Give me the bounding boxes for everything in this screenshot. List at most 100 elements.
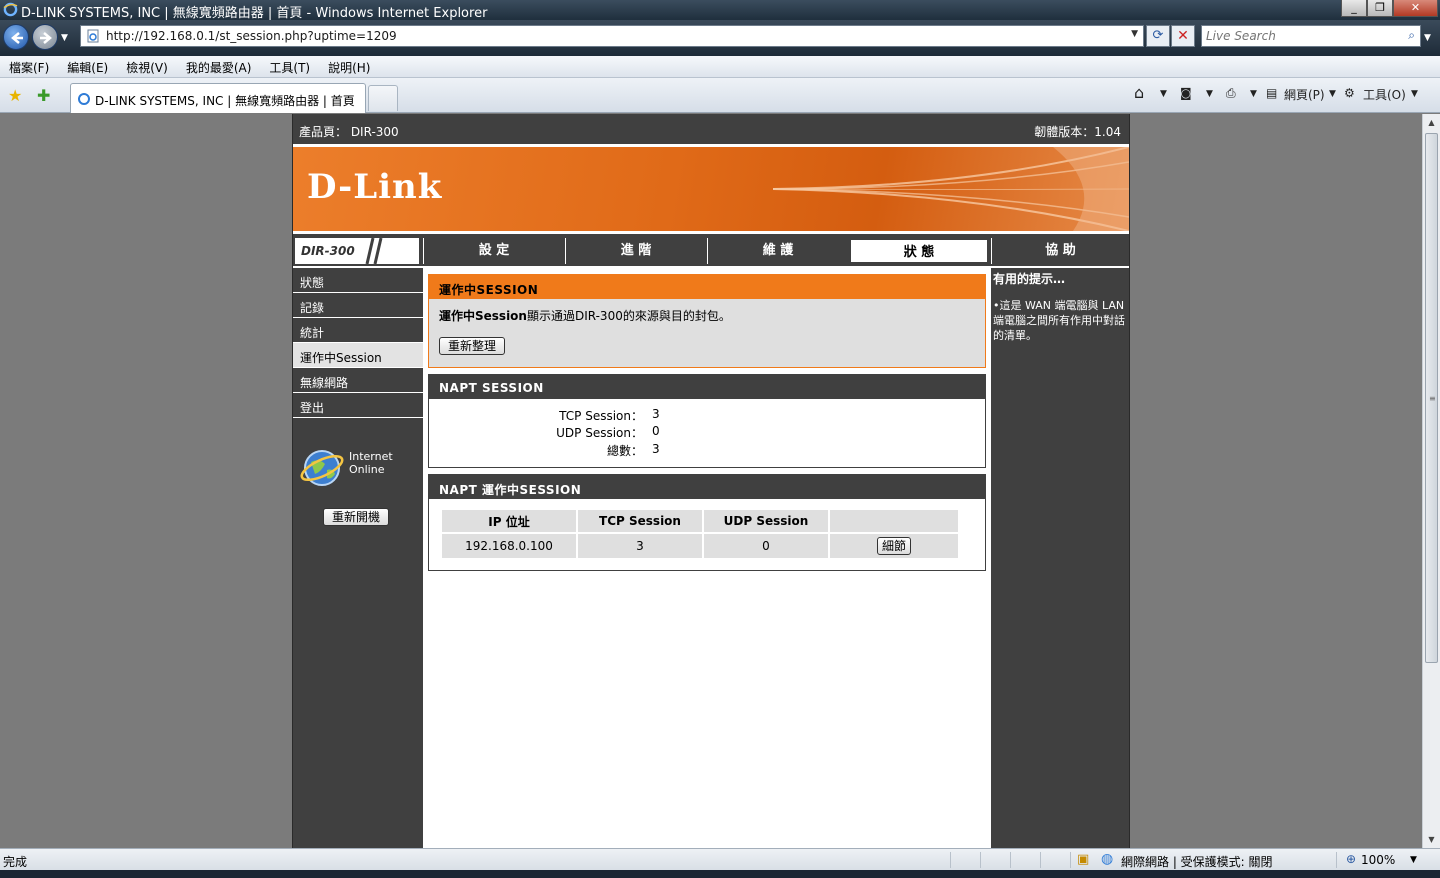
- internet-globe-icon: [300, 450, 344, 486]
- tab-status[interactable]: 狀 態: [849, 238, 989, 264]
- search-box[interactable]: ⌕: [1201, 25, 1421, 47]
- address-dropdown-icon[interactable]: ▼: [1131, 29, 1138, 39]
- zoom-icon: ⊕: [1346, 852, 1357, 866]
- status-separator: [1010, 852, 1011, 868]
- napt-session-title: NAPT SESSION: [429, 375, 985, 399]
- scroll-up-icon[interactable]: ▲: [1423, 114, 1440, 131]
- page-menu-dropdown-icon[interactable]: ▼: [1329, 89, 1336, 99]
- total-value: 3: [652, 442, 660, 456]
- router-page: 產品頁： DIR-300 韌體版本：1.04 D-Link DIR-300 設 …: [292, 114, 1130, 848]
- url-text[interactable]: http://192.168.0.1/st_session.php?uptime…: [106, 29, 397, 43]
- model-badge: DIR-300: [295, 238, 419, 264]
- sidebar-item-logout[interactable]: 登出: [293, 393, 423, 418]
- zoom-level[interactable]: 100%: [1361, 853, 1395, 867]
- restore-button[interactable]: ❐: [1367, 0, 1393, 17]
- page-icon: [87, 29, 99, 43]
- scroll-down-icon[interactable]: ▼: [1423, 831, 1440, 848]
- tools-menu-dropdown-icon[interactable]: ▼: [1411, 89, 1418, 99]
- security-icon[interactable]: ▣: [1077, 852, 1089, 867]
- internet-label: Internet: [349, 450, 393, 463]
- menu-edit[interactable]: 編輯(E): [58, 56, 117, 77]
- zoom-dropdown-icon[interactable]: ▼: [1410, 855, 1417, 865]
- napt-active-session-title: NAPT 運作中SESSION: [429, 475, 985, 499]
- details-button[interactable]: 細節: [876, 537, 911, 555]
- scroll-thumb[interactable]: ≡: [1425, 133, 1438, 663]
- tab-label[interactable]: D-LINK SYSTEMS, INC | 無線寬頻路由器 | 首頁: [95, 92, 355, 109]
- new-tab-button[interactable]: [368, 85, 398, 111]
- search-icon[interactable]: ⌕: [1408, 28, 1415, 43]
- windows-taskbar: [0, 870, 1440, 878]
- menu-view[interactable]: 檢視(V): [117, 56, 177, 77]
- tab-advanced[interactable]: 進 階: [565, 238, 706, 264]
- tab-maintenance[interactable]: 維 護: [707, 238, 848, 264]
- napt-active-session-section: NAPT 運作中SESSION IP 位址 TCP Session UDP Se…: [428, 474, 986, 571]
- active-session-title: 運作中SESSION: [429, 275, 985, 299]
- minimize-button[interactable]: _: [1341, 0, 1367, 17]
- tcp-session-label: TCP Session：: [559, 409, 643, 423]
- status-separator: [980, 852, 981, 868]
- cell-action: 細節: [830, 534, 958, 558]
- hints-title: 有用的提示…: [993, 272, 1066, 286]
- sidebar-item-wireless[interactable]: 無線網路: [293, 368, 423, 393]
- stop-button[interactable]: ✕: [1171, 25, 1195, 47]
- tcp-session-value: 3: [652, 407, 660, 421]
- refresh-sessions-button[interactable]: 重新整理: [439, 337, 506, 355]
- table-header-row: IP 位址 TCP Session UDP Session: [442, 510, 958, 532]
- status-separator: [950, 852, 951, 868]
- favorites-star-icon[interactable]: ★: [8, 86, 22, 105]
- window-title-bar: D-LINK SYSTEMS, INC | 無線寬頻路由器 | 首頁 - Win…: [0, 0, 1440, 21]
- search-options-dropdown-icon[interactable]: ▼: [1424, 33, 1431, 43]
- sidebar-item-logs[interactable]: 記錄: [293, 293, 423, 318]
- tab-help[interactable]: 協 助: [991, 238, 1129, 264]
- sidebar-item-active-session[interactable]: 運作中Session: [293, 343, 423, 368]
- sidebar-item-statistics[interactable]: 統計: [293, 318, 423, 343]
- page-menu-button[interactable]: 網頁(P): [1284, 86, 1325, 103]
- top-info-strip: 產品頁： DIR-300 韌體版本：1.04: [293, 114, 1129, 144]
- banner-streaks: [773, 147, 1129, 231]
- cell-tcp: 3: [578, 534, 702, 558]
- scroll-grip-icon: ≡: [1429, 394, 1436, 403]
- print-dropdown-icon[interactable]: ▼: [1250, 89, 1257, 99]
- vertical-scrollbar[interactable]: ▲ ≡ ▼: [1422, 114, 1440, 848]
- feeds-dropdown-icon[interactable]: ▼: [1206, 89, 1213, 99]
- home-icon[interactable]: ⌂: [1134, 83, 1144, 102]
- back-button[interactable]: [3, 24, 29, 50]
- menu-help[interactable]: 說明(H): [319, 56, 379, 77]
- tab-setup[interactable]: 設 定: [423, 238, 564, 264]
- total-label: 總數：: [606, 444, 643, 458]
- add-favorites-icon[interactable]: ✚: [37, 86, 50, 105]
- browser-tab[interactable]: D-LINK SYSTEMS, INC | 無線寬頻路由器 | 首頁: [70, 83, 366, 113]
- dlink-banner: D-Link: [293, 144, 1129, 234]
- napt-session-section: NAPT SESSION TCP Session： 3 UDP Session：…: [428, 374, 986, 468]
- col-ip-header: IP 位址: [442, 510, 576, 532]
- online-label: Online: [349, 463, 385, 476]
- security-zone[interactable]: 網際網路 | 受保護模式: 關閉: [1121, 853, 1273, 870]
- recent-pages-dropdown-icon[interactable]: ▼: [61, 33, 68, 43]
- feeds-icon[interactable]: ◙: [1180, 86, 1192, 100]
- reboot-button[interactable]: 重新開機: [323, 508, 390, 526]
- menu-tools[interactable]: 工具(T): [260, 56, 319, 77]
- sidebar-item-status[interactable]: 狀態: [293, 268, 423, 293]
- home-dropdown-icon[interactable]: ▼: [1160, 89, 1167, 99]
- forward-arrow-icon: [40, 32, 52, 44]
- page-menu-icon[interactable]: ▤: [1266, 86, 1277, 100]
- print-icon[interactable]: ⎙: [1226, 86, 1236, 101]
- cell-udp: 0: [704, 534, 828, 558]
- menu-favorites[interactable]: 我的最愛(A): [177, 56, 261, 77]
- active-session-section: 運作中SESSION 運作中Session顯示通過DIR-300的來源與目的封包…: [428, 274, 986, 368]
- window-title: D-LINK SYSTEMS, INC | 無線寬頻路由器 | 首頁 - Win…: [21, 6, 488, 21]
- search-input[interactable]: [1206, 28, 1396, 44]
- udp-session-label: UDP Session：: [556, 426, 643, 440]
- session-table: IP 位址 TCP Session UDP Session 192.168.0.…: [440, 508, 960, 560]
- hints-sidebar: 有用的提示… •這是 WAN 端電腦與 LAN 端電腦之間所有作用中對話的清單。: [991, 266, 1129, 848]
- product-page-label[interactable]: 產品頁： DIR-300: [299, 123, 399, 140]
- address-bar[interactable]: http://192.168.0.1/st_session.php?uptime…: [80, 25, 1144, 47]
- close-window-button[interactable]: ✕: [1393, 0, 1438, 17]
- menu-bar: 檔案(F) 編輯(E) 檢視(V) 我的最愛(A) 工具(T) 說明(H): [0, 56, 1440, 78]
- tools-menu-button[interactable]: 工具(O): [1363, 86, 1406, 103]
- refresh-button[interactable]: ⟳: [1146, 25, 1170, 47]
- gear-icon[interactable]: ⚙: [1344, 86, 1355, 100]
- menu-file[interactable]: 檔案(F): [0, 56, 58, 77]
- col-udp-header: UDP Session: [704, 510, 828, 532]
- forward-button[interactable]: [32, 24, 58, 50]
